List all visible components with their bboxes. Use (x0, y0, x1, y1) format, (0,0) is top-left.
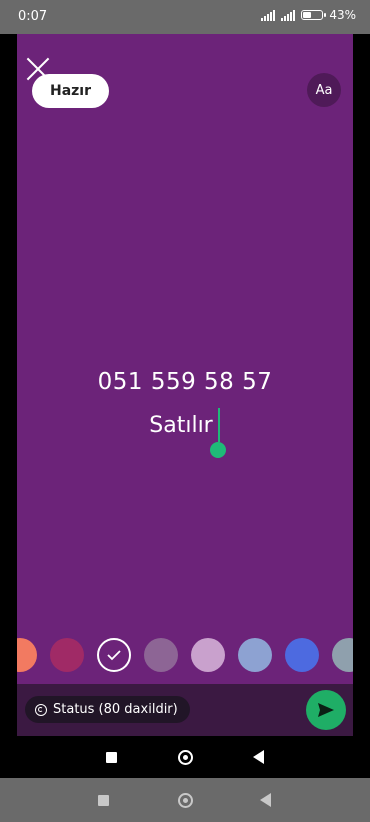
text-cursor[interactable] (209, 408, 226, 458)
color-swatch[interactable] (17, 638, 37, 672)
navigation-bar (0, 736, 370, 778)
color-swatch[interactable] (238, 638, 272, 672)
square-icon (105, 751, 117, 763)
system-status-bar: 0:07 43% (0, 0, 370, 34)
status-time: 0:07 (18, 9, 48, 24)
outer-home-button[interactable] (165, 778, 205, 822)
home-icon (177, 792, 193, 808)
color-swatch[interactable] (285, 638, 319, 672)
color-swatch[interactable] (191, 638, 225, 672)
composer-bar: Status (80 daxildir) (17, 684, 353, 736)
recent-apps-button[interactable] (91, 736, 131, 778)
battery-percent: 43 (329, 8, 345, 22)
font-style-button[interactable]: Aa (307, 73, 341, 107)
home-button[interactable] (165, 736, 205, 778)
left-gutter (0, 34, 17, 778)
back-icon (252, 750, 264, 764)
back-icon (259, 793, 271, 807)
status-text-line-2-label: Satılır (149, 413, 213, 438)
status-icons: 43% (261, 8, 356, 22)
outer-back-button[interactable] (245, 778, 285, 822)
battery-icon (301, 10, 327, 20)
home-icon (177, 749, 193, 765)
status-text-line-1[interactable]: 051 559 58 57 (17, 369, 353, 395)
audience-label: Status (80 daxildir) (53, 702, 178, 717)
cursor-line (217, 408, 220, 442)
status-privacy-icon (35, 703, 47, 716)
cursor-handle[interactable] (209, 442, 226, 458)
text-status-canvas[interactable]: Hazır Aa 051 559 58 57 Satılır (17, 34, 353, 684)
color-swatch[interactable] (50, 638, 84, 672)
signal-icon-2 (281, 9, 296, 21)
color-swatch[interactable] (144, 638, 178, 672)
back-button[interactable] (238, 736, 278, 778)
send-icon (318, 703, 334, 717)
square-icon (97, 794, 109, 806)
done-button[interactable]: Hazır (32, 74, 109, 108)
status-text-line-2[interactable]: Satılır (17, 408, 353, 458)
outer-recent-apps-button[interactable] (83, 778, 123, 822)
signal-icon (261, 9, 276, 21)
color-picker (17, 634, 353, 678)
audience-button[interactable]: Status (80 daxildir) (25, 696, 190, 723)
send-button[interactable] (306, 690, 346, 730)
check-icon (107, 650, 121, 661)
right-gutter (353, 34, 370, 778)
color-swatch[interactable] (332, 638, 353, 672)
color-swatch-selected[interactable] (97, 638, 131, 672)
outer-navigation-bar (0, 778, 370, 822)
